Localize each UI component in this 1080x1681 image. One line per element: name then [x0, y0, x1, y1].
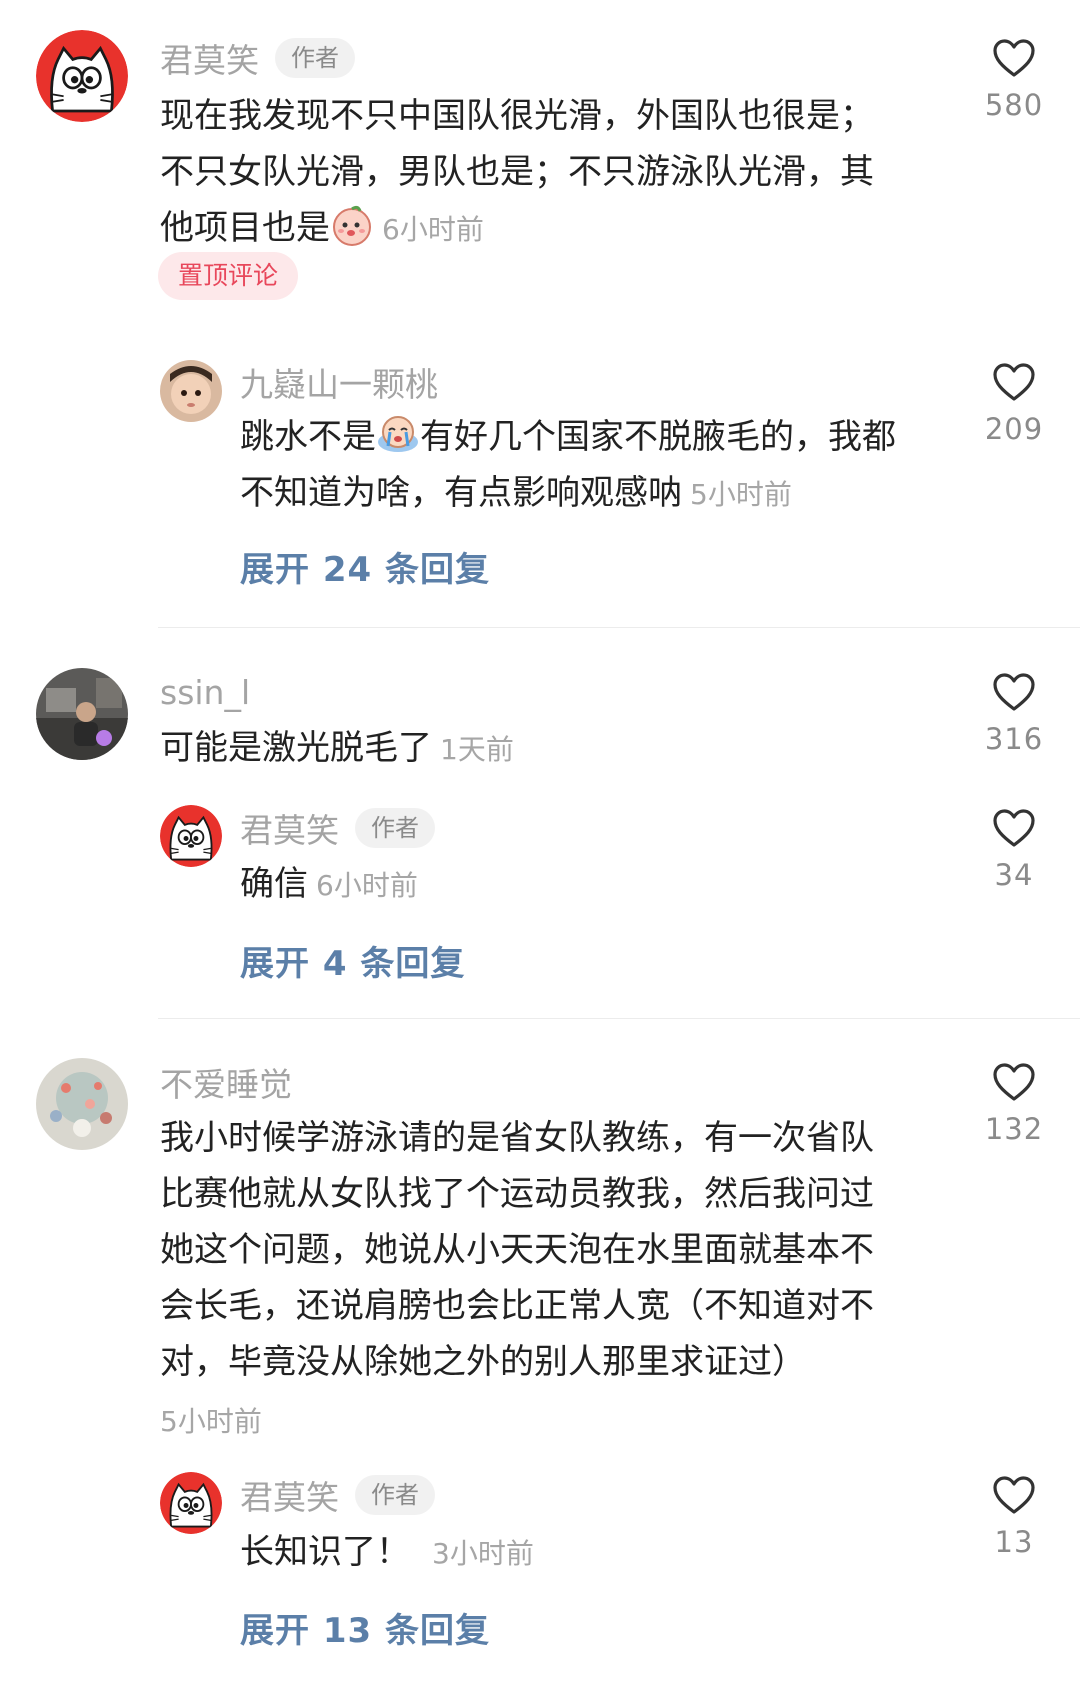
- like-count: 132: [984, 1112, 1044, 1146]
- user-avatar[interactable]: [36, 1058, 128, 1150]
- reply-avatar[interactable]: [160, 360, 222, 422]
- like-button[interactable]: 580: [969, 38, 1059, 122]
- expand-replies-link[interactable]: 展开 24 条回复: [240, 542, 490, 591]
- user-avatar[interactable]: [36, 668, 128, 760]
- author-avatar[interactable]: [160, 805, 222, 867]
- reply-username[interactable]: 九嶷山一颗桃: [240, 358, 438, 406]
- reply-time: 6小时前: [316, 869, 418, 902]
- like-count: 316: [984, 722, 1044, 756]
- heart-outline-icon: [992, 672, 1036, 712]
- expand-replies-link[interactable]: 展开 13 条回复: [240, 1603, 490, 1652]
- author-badge: 作者: [275, 38, 355, 78]
- like-count: 13: [994, 1525, 1034, 1559]
- author-avatar[interactable]: [160, 1472, 222, 1534]
- reply-text: 跳水不是 有好几个国家不脱腋毛的，我都 不知道为啥，有点影响观感呐 5小时前: [240, 409, 940, 523]
- reply-username[interactable]: 君莫笑: [240, 1471, 339, 1519]
- comment-text: 我小时候学游泳请的是省女队教练，有一次省队 比赛他就从女队找了个运动员教我，然后…: [160, 1118, 874, 1382]
- comment-time: 6小时前: [382, 213, 484, 246]
- author-avatar[interactable]: [36, 30, 128, 122]
- divider: [158, 627, 1080, 628]
- reply-time: 3小时前: [432, 1537, 534, 1570]
- comment-username[interactable]: 不爱睡觉: [160, 1058, 292, 1106]
- comment-time: 1天前: [440, 733, 514, 766]
- comment-text: 现在我发现不只中国队很光滑，外国队也很是； 不只女队光滑，男队也是；不只游泳队光…: [160, 96, 874, 248]
- like-count: 209: [984, 412, 1044, 446]
- heart-outline-icon: [992, 808, 1036, 848]
- crying-emoji-icon: [376, 412, 420, 456]
- comment-username[interactable]: ssin_l: [160, 673, 250, 712]
- pinned-badge: 置顶评论: [158, 252, 299, 300]
- reply-text: 长知识了！ 3小时前: [240, 1532, 534, 1572]
- reply-username[interactable]: 君莫笑: [240, 804, 339, 852]
- heart-outline-icon: [992, 362, 1036, 402]
- like-button[interactable]: 316: [969, 672, 1059, 756]
- like-button[interactable]: 34: [969, 808, 1059, 892]
- peach-blush-emoji-icon: [330, 203, 374, 247]
- comment-text: 可能是激光脱毛了 1天前: [160, 728, 514, 768]
- like-count: 34: [994, 858, 1034, 892]
- heart-outline-icon: [992, 1475, 1036, 1515]
- author-badge: 作者: [355, 808, 435, 848]
- reply-text: 确信 6小时前: [240, 864, 418, 904]
- reply-time: 5小时前: [690, 478, 792, 511]
- like-button[interactable]: 132: [969, 1062, 1059, 1146]
- comment-time: 5小时前: [160, 1405, 262, 1438]
- like-count: 580: [984, 88, 1044, 122]
- like-button[interactable]: 13: [969, 1475, 1059, 1559]
- comment-username[interactable]: 君莫笑: [160, 34, 259, 82]
- expand-replies-link[interactable]: 展开 4 条回复: [240, 936, 465, 985]
- author-badge: 作者: [355, 1475, 435, 1515]
- heart-outline-icon: [992, 1062, 1036, 1102]
- like-button[interactable]: 209: [969, 362, 1059, 446]
- divider: [158, 1018, 1080, 1019]
- heart-outline-icon: [992, 38, 1036, 78]
